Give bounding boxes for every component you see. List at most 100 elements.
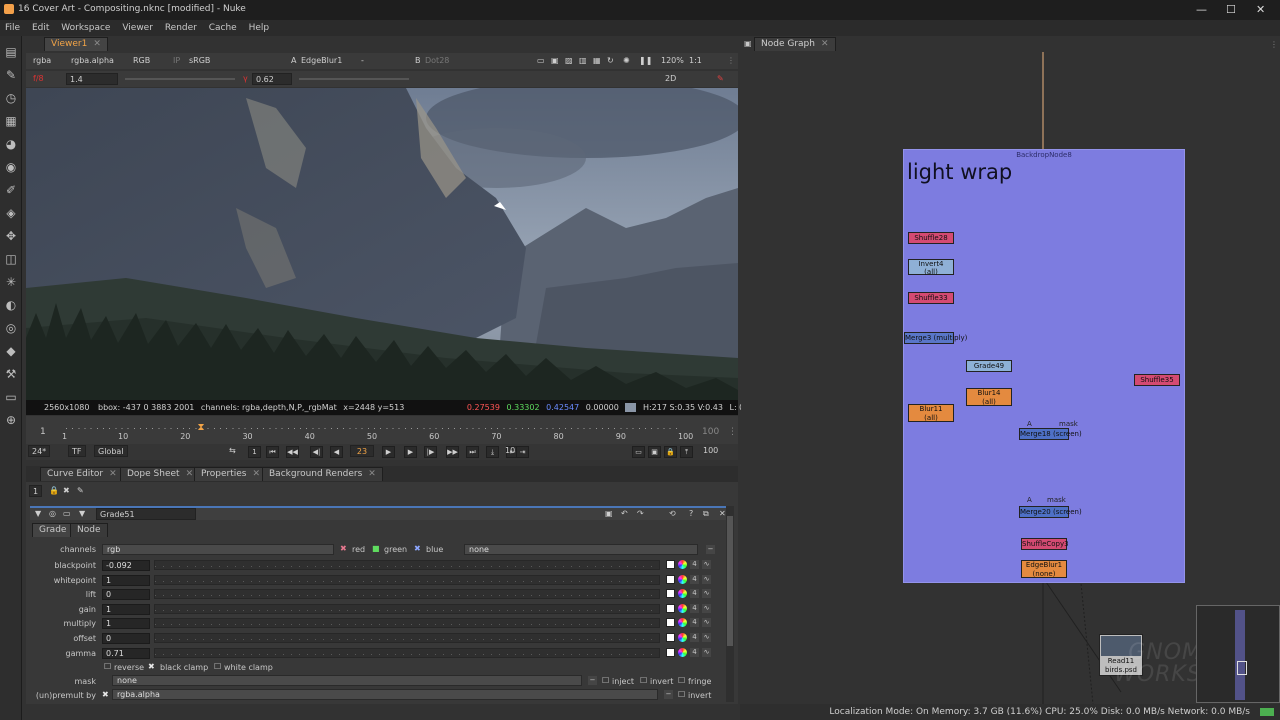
blackpoint-color-wheel-icon[interactable] [678,560,687,569]
mask-select[interactable]: none [112,675,582,686]
step-back-icon[interactable]: ◀ [330,446,343,458]
gamma-field[interactable]: 0.62 [252,73,292,85]
close-tab-icon[interactable]: ✕ [252,469,260,479]
b-input-dropdown[interactable]: Dot28 [422,55,452,67]
lift-color-swatch[interactable] [666,589,675,599]
edit-icon[interactable]: ✎ [74,485,87,497]
tab-viewer1[interactable]: Viewer1 ✕ [44,37,108,51]
premult-checkbox[interactable]: ✖ [102,690,109,699]
transform-tool-icon[interactable]: ✥ [4,229,18,243]
node-graph-minimap[interactable] [1196,605,1280,703]
fringe-checkbox[interactable]: ☐ [678,676,685,685]
follow-range-icon[interactable]: ⇆ [226,445,239,457]
tab-properties[interactable]: Properties ✕ [194,467,268,481]
multiply-color-wheel-icon[interactable] [678,618,687,628]
premult-select[interactable]: rgba.alpha [112,689,658,700]
fps-dropdown[interactable]: 24* [28,445,51,457]
gamma-slider[interactable] [154,647,660,658]
loop-icon[interactable]: ▣ [648,446,661,458]
properties-scrollbar-thumb[interactable] [727,516,733,646]
color-picker-icon[interactable]: ✎ [714,73,727,85]
current-frame-field[interactable]: 23 [350,445,374,457]
merge-tool-icon[interactable]: ◈ [4,206,18,220]
close-tab-icon[interactable]: ✕ [368,469,376,479]
blur-node[interactable]: Blur14 (all) [966,388,1012,406]
step-field[interactable]: 1 [248,446,261,458]
alpha-channel-select[interactable]: none [464,544,698,555]
black-clamp-checkbox[interactable]: ✖ [148,662,155,671]
blackpoint-color-swatch[interactable] [666,560,675,569]
timeline-ruler[interactable]: 1 10 20 30 40 50 60 70 80 90 100 ⧗ [62,422,693,442]
timeline-menu-icon[interactable]: ⋮ [728,427,737,437]
shufflecopy-node[interactable]: ShuffleCopy3 [1021,538,1069,550]
other-tool-icon[interactable]: ▭ [4,390,18,404]
float-panel-icon[interactable]: ▭ [60,508,74,520]
blur-node[interactable]: Blur11 (all) [908,404,954,422]
prev-increment-icon[interactable]: ◀| [310,446,323,458]
flipbook-icon[interactable]: ⤒ [680,446,693,458]
menu-render[interactable]: Render [165,20,197,36]
gain-color-swatch[interactable] [666,603,675,613]
gamma-field[interactable]: 0.71 [102,647,150,659]
gain-field[interactable]: 1.4 [66,73,118,85]
composite-mode-dropdown[interactable]: - [358,55,367,67]
blackpoint-animation-icon[interactable]: ∿ [702,560,711,569]
next-keyframe-icon[interactable]: ▶▶ [446,446,459,458]
help-icon[interactable]: ? [686,508,696,520]
pause-icon[interactable]: ❚❚ [636,55,655,67]
invert-premult-checkbox[interactable]: ☐ [678,690,685,699]
range-dropdown[interactable]: Global [94,445,128,457]
close-button[interactable]: ✕ [1256,3,1265,16]
tab-node-graph[interactable]: Node Graph ✕ [754,37,836,51]
viewer-lut-dropdown[interactable]: sRGB [186,55,213,67]
plugins-tool-icon[interactable]: ⊕ [4,413,18,427]
lift-channel-split-button[interactable]: 4 [690,589,699,599]
menu-file[interactable]: File [5,20,20,36]
tab-background-renders[interactable]: Background Renders ✕ [262,467,383,481]
node-name-field[interactable]: Grade51 [96,508,196,520]
prev-keyframe-icon[interactable]: ◀◀ [286,446,299,458]
particles-tool-icon[interactable]: ✳ [4,275,18,289]
menu-help[interactable]: Help [249,20,270,36]
go-to-out-icon[interactable]: ⤓ [486,446,499,458]
blackpoint-slider[interactable] [154,560,660,570]
collapse-arrow-icon[interactable]: ▼ [32,508,44,520]
draw-tool-icon[interactable]: ✎ [4,68,18,82]
safe-area-icon[interactable]: ▣ [548,55,562,67]
invert-mask-checkbox[interactable]: ☐ [640,676,647,685]
lift-field[interactable]: 0 [102,589,150,601]
multiply-channel-split-button[interactable]: 4 [690,618,699,628]
panel-menu-icon[interactable]: ▣ [744,39,752,48]
whitepoint-color-swatch[interactable] [666,574,675,584]
filter-tool-icon[interactable]: ◉ [4,160,18,174]
viewer-image[interactable] [26,88,738,400]
time-tool-icon[interactable]: ◷ [4,91,18,105]
minimize-button[interactable]: — [1196,3,1207,16]
whitepoint-channel-split-button[interactable]: 4 [690,574,699,584]
deep-tool-icon[interactable]: ◐ [4,298,18,312]
play-forward-icon[interactable]: ▶ [382,446,395,458]
input-process-toggle[interactable]: IP [170,55,183,67]
grade-node[interactable]: Grade49 [966,360,1012,372]
max-panels-field[interactable]: 1 [29,485,43,497]
whitepoint-slider[interactable] [154,574,660,585]
clear-panels-icon[interactable]: ✖ [60,485,73,497]
mask-menu-icon[interactable]: − [588,676,597,685]
gain-field[interactable]: 1 [102,603,150,615]
offset-color-wheel-icon[interactable] [678,633,687,642]
display-channels-dropdown[interactable]: RGB [130,55,153,67]
node-color-icon[interactable]: ▼ [76,508,88,520]
close-tab-icon[interactable]: ✕ [186,469,194,479]
view-mode-dropdown[interactable]: 2D [662,73,679,85]
gain-slider[interactable] [122,73,238,85]
channels-select[interactable]: rgb [102,544,334,555]
lift-color-wheel-icon[interactable] [678,589,687,599]
alpha-channel-dropdown[interactable]: rgba.alpha [68,55,117,67]
close-tab-icon[interactable]: ✕ [93,39,101,49]
edgeblur-node[interactable]: EdgeBlur1 (none) [1021,560,1067,578]
multiply-color-swatch[interactable] [666,618,675,628]
whitepoint-color-wheel-icon[interactable] [678,574,687,584]
close-tab-icon[interactable]: ✕ [821,39,829,49]
maximize-button[interactable]: ☐ [1226,3,1236,16]
gamma-color-wheel-icon[interactable] [678,647,687,657]
